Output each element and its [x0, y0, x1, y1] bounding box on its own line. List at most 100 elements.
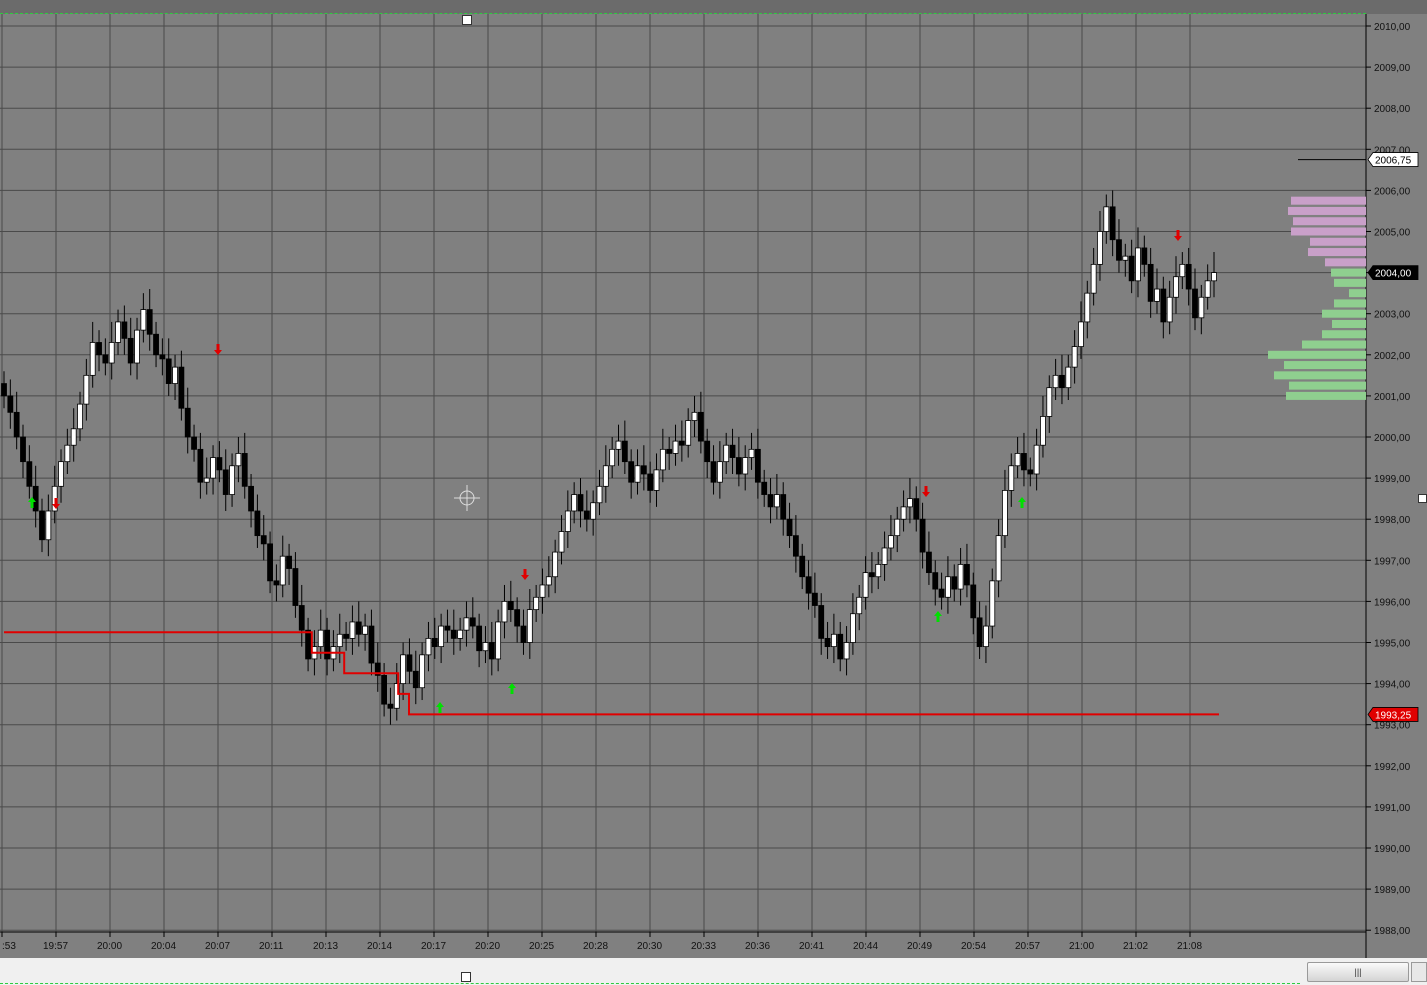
- volume-profile-bar: [1286, 391, 1366, 400]
- sell-arrow-icon: [521, 569, 529, 580]
- y-tick-label: 2000,00: [1374, 433, 1411, 444]
- scrollbar-thumb[interactable]: |||: [1307, 962, 1409, 982]
- candle-down: [178, 366, 185, 409]
- volume-profile-bar: [1302, 340, 1366, 349]
- price-chart[interactable]: 2010,002009,002008,002007,002006,002005,…: [0, 0, 1427, 985]
- candle-up: [1154, 288, 1160, 302]
- candle-down: [222, 469, 229, 495]
- candle-down: [248, 485, 254, 512]
- volume-profile-bar: [1334, 299, 1366, 308]
- top-resize-handle[interactable]: [462, 15, 472, 25]
- candle-up: [1198, 296, 1205, 319]
- candle-up: [1065, 366, 1072, 389]
- candle-up: [210, 457, 216, 479]
- x-tick-label: 20:13: [313, 941, 338, 952]
- candle-down: [1059, 374, 1065, 389]
- right-resize-handle[interactable]: [1418, 494, 1427, 503]
- candle-up: [1078, 321, 1084, 347]
- candle-down: [431, 637, 438, 648]
- candle-down: [1027, 469, 1034, 475]
- candle-down: [121, 321, 128, 339]
- x-tick-label: 20:14: [367, 941, 392, 952]
- volume-profile-bar: [1331, 268, 1366, 277]
- x-tick-label: 20:54: [961, 941, 986, 952]
- candle-down: [267, 543, 273, 582]
- x-tick-label: 21:00: [1069, 941, 1094, 952]
- candle-up: [1166, 296, 1173, 323]
- candle-up: [602, 465, 609, 487]
- candle-up: [45, 510, 52, 541]
- x-tick-label: 21:02: [1123, 941, 1148, 952]
- candle-up: [773, 494, 780, 508]
- volume-profile-bar: [1349, 289, 1366, 298]
- candle-up: [1084, 292, 1091, 323]
- sell-arrow-icon: [214, 344, 222, 355]
- candle-up: [438, 625, 445, 648]
- candle-up: [235, 453, 242, 467]
- x-tick-label: 20:41: [799, 941, 824, 952]
- candle-up: [229, 465, 235, 495]
- candle-up: [894, 518, 901, 537]
- candle-up: [419, 654, 426, 689]
- candle-down: [640, 465, 647, 475]
- candle-down: [406, 654, 413, 672]
- candle-down: [286, 555, 292, 569]
- volume-profile-bar: [1291, 196, 1366, 205]
- x-tick-label: 20:49: [907, 941, 932, 952]
- x-tick-label: 20:00: [97, 941, 122, 952]
- scrollbar-track[interactable]: [0, 958, 1427, 985]
- candle-down: [13, 411, 20, 438]
- candle-down: [837, 633, 844, 660]
- candle-down: [1, 383, 7, 397]
- y-tick-label: 1988,00: [1374, 926, 1411, 937]
- y-tick-label: 1995,00: [1374, 639, 1411, 650]
- x-tick-label: 20:17: [421, 941, 446, 952]
- candle-down: [96, 342, 102, 356]
- candle-up: [742, 457, 749, 475]
- y-tick-label: 1992,00: [1374, 762, 1411, 773]
- volume-profile-bar: [1268, 350, 1366, 359]
- candle-down: [102, 354, 109, 364]
- candle-up: [400, 654, 407, 685]
- x-tick-label: 20:04: [151, 941, 176, 952]
- crosshair-icon: [454, 485, 480, 511]
- candle-down: [913, 498, 920, 520]
- candle-up: [609, 448, 616, 467]
- candle-up: [596, 485, 603, 504]
- candle-down: [469, 617, 476, 627]
- candle-up: [995, 535, 1002, 582]
- candle-up: [989, 580, 996, 627]
- candle-up: [748, 448, 755, 458]
- candle-up: [495, 621, 502, 660]
- candle-down: [1192, 288, 1198, 319]
- upper-level-label: 2006,75: [1375, 156, 1412, 167]
- scrollbar-end-button[interactable]: [1411, 962, 1427, 982]
- y-tick-label: 1993,00: [1374, 721, 1411, 732]
- candle-down: [20, 436, 26, 463]
- volume-profile-bar: [1289, 381, 1366, 390]
- candle-down: [381, 674, 388, 705]
- candle-up: [558, 531, 565, 553]
- candles: [1, 190, 1217, 725]
- candle-down: [412, 670, 419, 689]
- last-price-label: 2004,00: [1375, 269, 1412, 280]
- candle-down: [799, 555, 806, 578]
- candle-up: [1204, 280, 1211, 298]
- candle-up: [362, 625, 368, 635]
- y-tick-label: 2001,00: [1374, 392, 1411, 403]
- time-axis: :53 19:57 20:00 20:04 20:07 20:11 20:13 20:14 20…: [0, 931, 1366, 952]
- grid: [0, 14, 1366, 932]
- y-tick-label: 2010,00: [1374, 22, 1411, 33]
- candle-down: [216, 457, 223, 471]
- candle-down: [165, 358, 172, 384]
- candle-up: [1090, 263, 1097, 294]
- candle-up: [564, 510, 571, 532]
- candle-down: [520, 625, 527, 643]
- candle-up: [875, 564, 882, 578]
- candle-up: [907, 498, 913, 508]
- bottom-resize-handle[interactable]: [461, 972, 471, 982]
- candle-down: [697, 411, 704, 442]
- y-tick-label: 2009,00: [1374, 63, 1411, 74]
- y-tick-label: 1991,00: [1374, 803, 1411, 814]
- candle-down: [964, 564, 970, 586]
